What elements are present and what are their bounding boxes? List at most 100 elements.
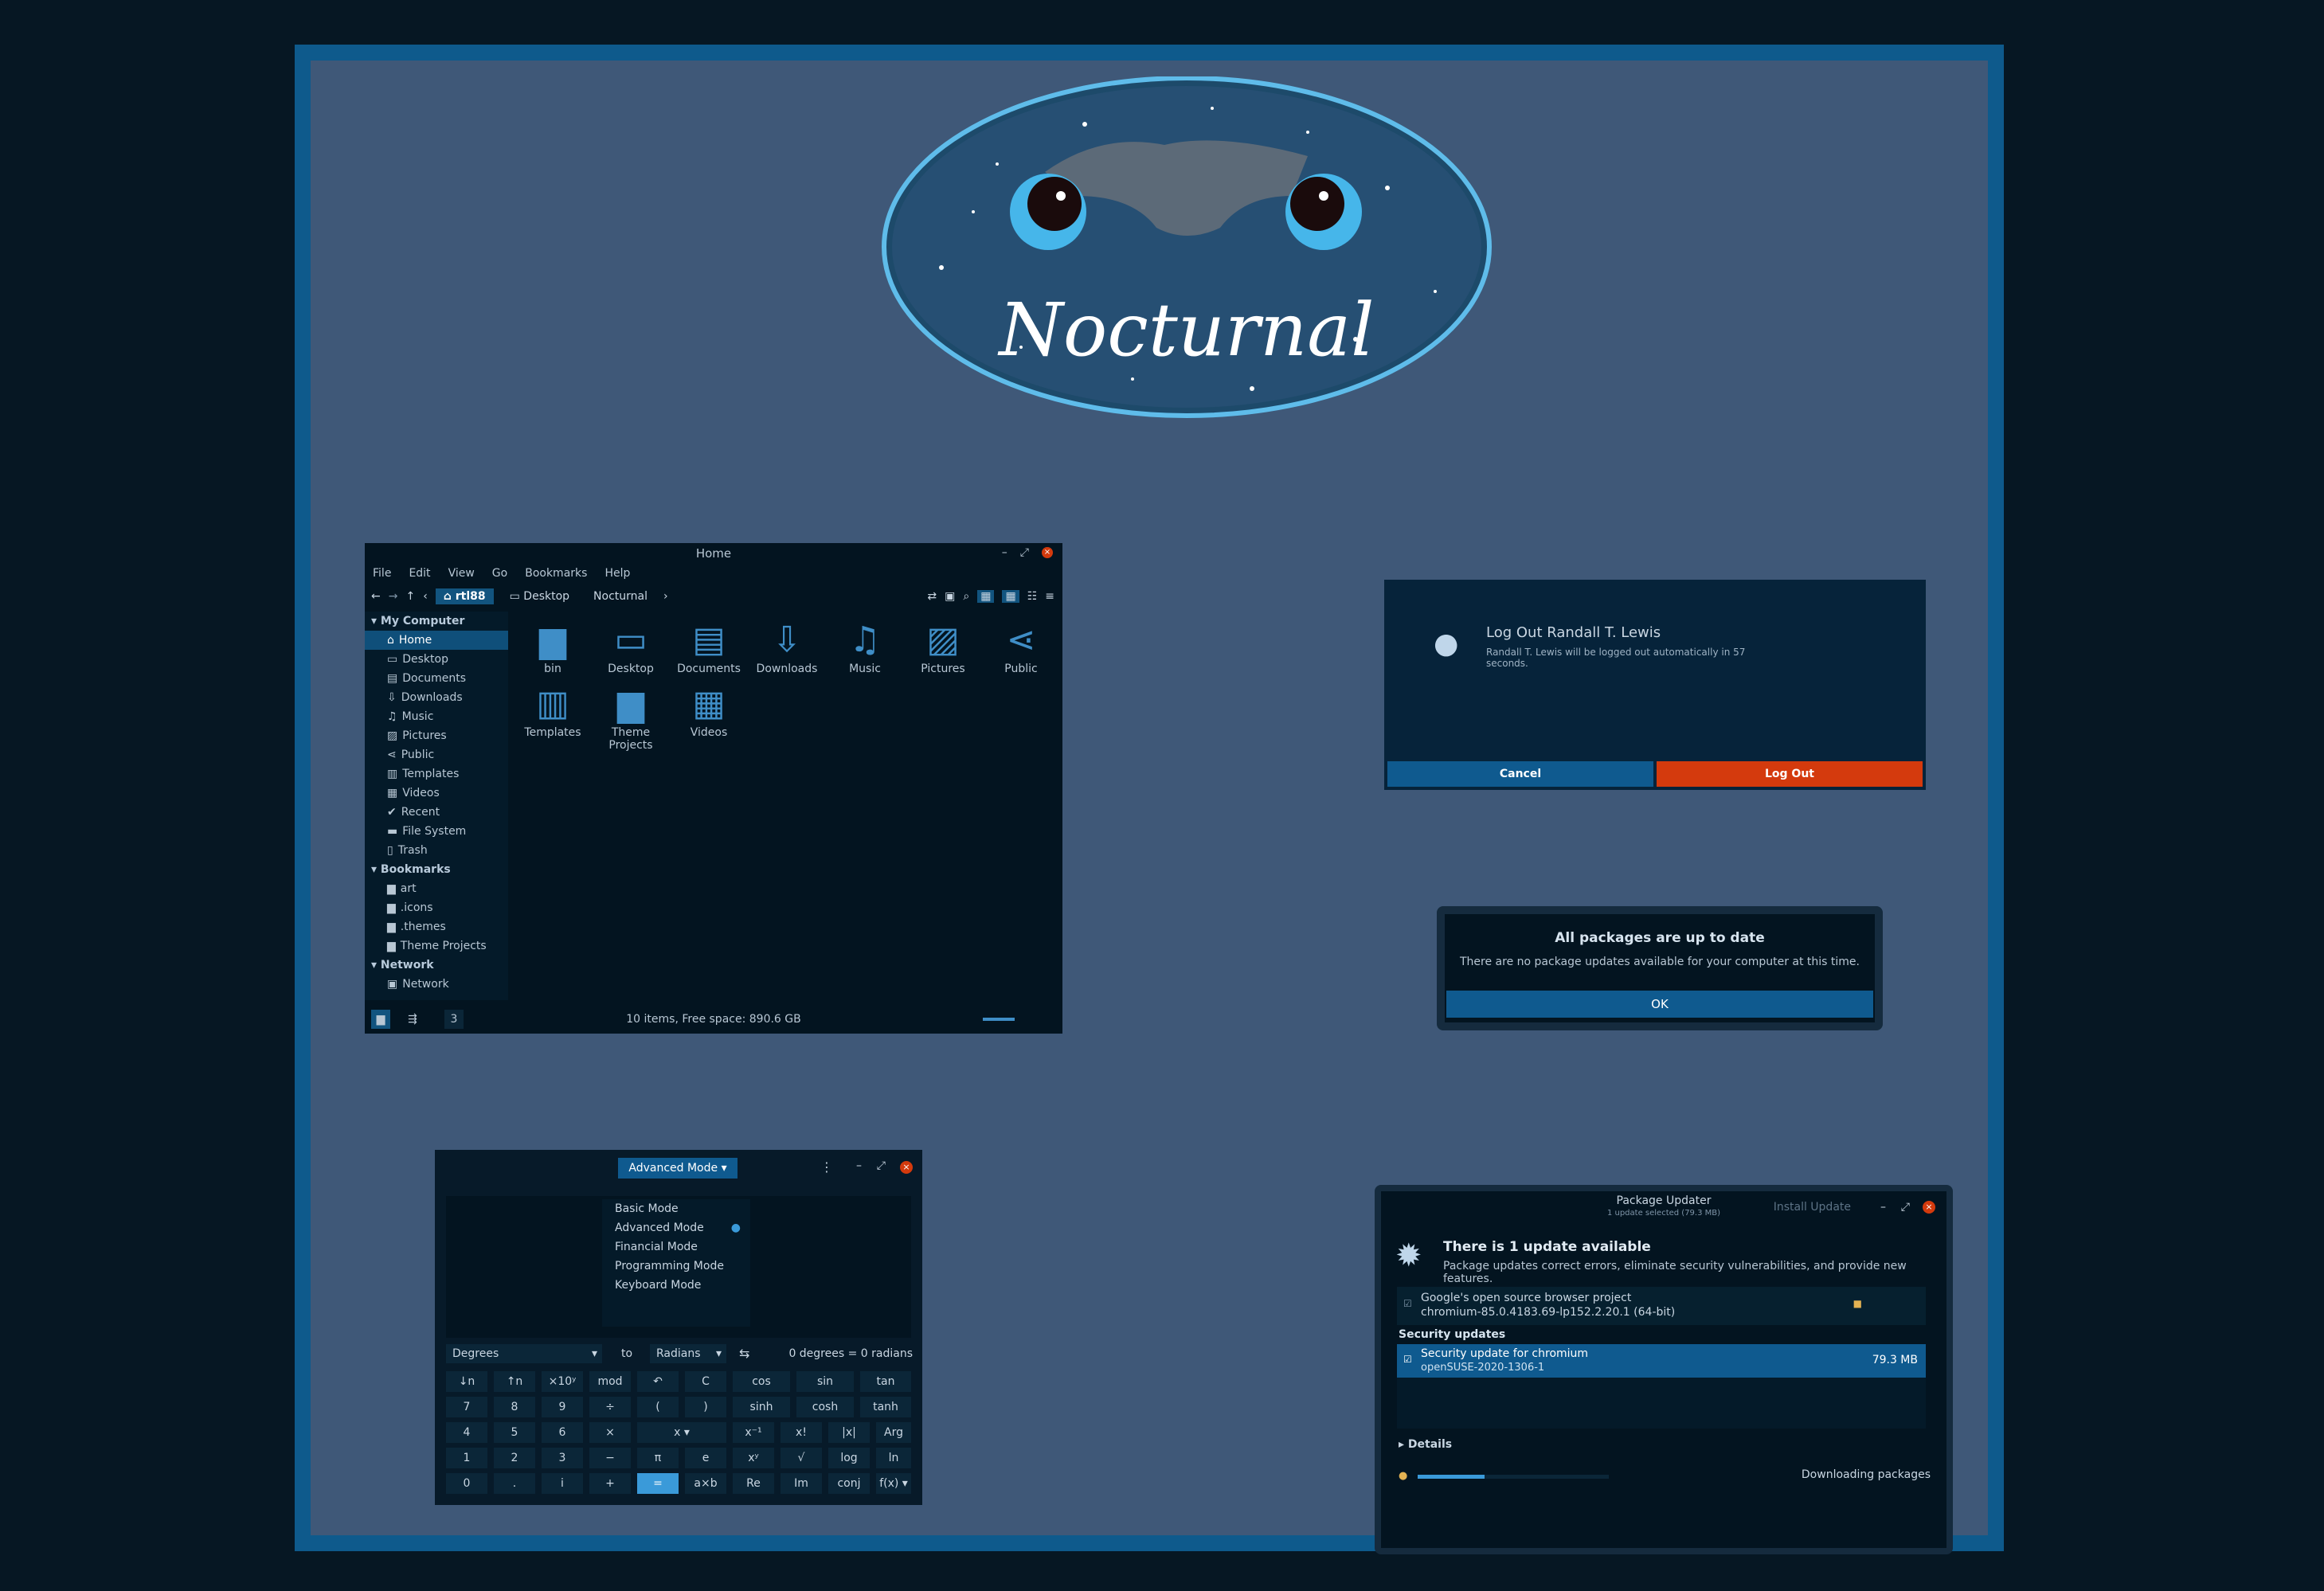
key-conj[interactable]: conj bbox=[828, 1473, 870, 1494]
menu-go[interactable]: Go bbox=[492, 567, 507, 580]
key-function[interactable]: f(x) ▾ bbox=[876, 1473, 911, 1494]
key-a-times-b[interactable]: a×b bbox=[685, 1473, 726, 1494]
close-icon[interactable]: × bbox=[900, 1161, 913, 1174]
back-icon[interactable]: ← bbox=[371, 590, 381, 603]
key-down-n[interactable]: ↓n bbox=[446, 1371, 487, 1392]
minimize-icon[interactable]: – bbox=[856, 1159, 862, 1172]
file-item-theme-projects[interactable]: ▆ Theme Projects bbox=[593, 682, 669, 752]
key-re[interactable]: Re bbox=[733, 1473, 774, 1494]
sidebar-section-network[interactable]: ▾ Network bbox=[365, 956, 508, 975]
security-update-row[interactable]: ☑ Security update for chromium openSUSE-… bbox=[1397, 1344, 1926, 1378]
key-e[interactable]: e bbox=[685, 1448, 726, 1468]
package-row[interactable]: ☑ Google's open source browser project c… bbox=[1397, 1287, 1926, 1325]
key-equals[interactable]: = bbox=[637, 1473, 679, 1494]
key-tanh[interactable]: tanh bbox=[860, 1397, 911, 1417]
logout-button[interactable]: Log Out bbox=[1657, 761, 1923, 787]
from-unit-select[interactable]: Degrees ▾ bbox=[446, 1344, 602, 1363]
minimize-icon[interactable]: – bbox=[1880, 1201, 1886, 1214]
menu-bookmarks[interactable]: Bookmarks bbox=[525, 567, 587, 580]
key-1[interactable]: 1 bbox=[446, 1448, 487, 1468]
maximize-icon[interactable]: ⤢ bbox=[1901, 1201, 1910, 1214]
icon-view-icon[interactable]: ▦ bbox=[977, 590, 995, 603]
sidebar-item-network[interactable]: ▣ Network bbox=[365, 975, 508, 994]
menu-file[interactable]: File bbox=[373, 567, 391, 580]
close-icon[interactable]: × bbox=[1923, 1201, 1935, 1214]
crumb-next-icon[interactable]: › bbox=[663, 590, 668, 603]
sidebar-item-recent[interactable]: ✔ Recent bbox=[365, 803, 508, 822]
key-ln[interactable]: ln bbox=[876, 1448, 911, 1468]
key-log[interactable]: log bbox=[828, 1448, 870, 1468]
key-power[interactable]: xʸ bbox=[733, 1448, 774, 1468]
breadcrumb-desktop[interactable]: ▭ Desktop bbox=[502, 588, 577, 604]
key-undo[interactable]: ↶ bbox=[637, 1371, 679, 1392]
sidebar-item-videos[interactable]: ▦ Videos bbox=[365, 784, 508, 803]
sidebar-item-documents[interactable]: ▤ Documents bbox=[365, 669, 508, 688]
update-checkbox[interactable]: ☑ bbox=[1403, 1354, 1412, 1365]
file-item-pictures[interactable]: ▨ Pictures bbox=[905, 618, 981, 675]
new-folder-icon[interactable]: ▣ bbox=[945, 590, 955, 603]
key-3[interactable]: 3 bbox=[542, 1448, 583, 1468]
sidebar-item-file-system[interactable]: ▬ File System bbox=[365, 822, 508, 841]
sidebar-item-trash[interactable]: ▯ Trash bbox=[365, 841, 508, 860]
key-up-n[interactable]: ↑n bbox=[494, 1371, 535, 1392]
sidebar-item-home[interactable]: ⌂ Home bbox=[365, 631, 508, 650]
key-sinh[interactable]: sinh bbox=[733, 1397, 790, 1417]
key-cos[interactable]: cos bbox=[733, 1371, 790, 1392]
key-decimal[interactable]: . bbox=[494, 1473, 535, 1494]
key-add[interactable]: + bbox=[589, 1473, 631, 1494]
menu-item-keyboard-mode[interactable]: Keyboard Mode bbox=[602, 1276, 750, 1295]
key-clear[interactable]: C bbox=[685, 1371, 726, 1392]
package-checkbox[interactable]: ☑ bbox=[1403, 1298, 1412, 1309]
cancel-button[interactable]: Cancel bbox=[1387, 761, 1653, 787]
key-factorial[interactable]: x! bbox=[781, 1422, 822, 1443]
sidebar-section-my-computer[interactable]: ▾ My Computer bbox=[365, 612, 508, 631]
key-5[interactable]: 5 bbox=[494, 1422, 535, 1443]
sidebar-item-desktop[interactable]: ▭ Desktop bbox=[365, 650, 508, 669]
install-update-button[interactable]: Install Update bbox=[1774, 1201, 1851, 1214]
key-4[interactable]: 4 bbox=[446, 1422, 487, 1443]
maximize-icon[interactable]: ⤢ bbox=[1020, 546, 1029, 559]
key-0[interactable]: 0 bbox=[446, 1473, 487, 1494]
key-im[interactable]: Im bbox=[781, 1473, 822, 1494]
file-item-desktop[interactable]: ▭ Desktop bbox=[593, 618, 669, 675]
file-item-music[interactable]: ♫ Music bbox=[827, 618, 903, 675]
key-2[interactable]: 2 bbox=[494, 1448, 535, 1468]
file-item-videos[interactable]: ▦ Videos bbox=[671, 682, 747, 739]
sidebar-item-downloads[interactable]: ⇩ Downloads bbox=[365, 688, 508, 707]
sidebar-item-icons[interactable]: ▆ .icons bbox=[365, 898, 508, 917]
menu-item-advanced-mode[interactable]: Advanced Mode ● bbox=[602, 1218, 750, 1237]
key-arg[interactable]: Arg bbox=[876, 1422, 911, 1443]
key-sqrt[interactable]: √ bbox=[781, 1448, 822, 1468]
key-8[interactable]: 8 bbox=[494, 1397, 535, 1417]
breadcrumb-nocturnal[interactable]: Nocturnal bbox=[585, 588, 655, 604]
key-pi[interactable]: π bbox=[637, 1448, 679, 1468]
sidebar-item-themes[interactable]: ▆ .themes bbox=[365, 917, 508, 936]
list-view-icon[interactable]: ☷ bbox=[1027, 590, 1038, 603]
sidebar-item-templates[interactable]: ▥ Templates bbox=[365, 764, 508, 784]
key-exp10[interactable]: ×10ʸ bbox=[542, 1371, 583, 1392]
key-imaginary[interactable]: i bbox=[542, 1473, 583, 1494]
key-open-paren[interactable]: ( bbox=[637, 1397, 679, 1417]
key-cosh[interactable]: cosh bbox=[796, 1397, 854, 1417]
ok-button[interactable]: OK bbox=[1446, 991, 1873, 1018]
sidebar-section-bookmarks[interactable]: ▾ Bookmarks bbox=[365, 860, 508, 879]
swap-units-icon[interactable]: ⇆ bbox=[739, 1344, 749, 1363]
menu-item-financial-mode[interactable]: Financial Mode bbox=[602, 1237, 750, 1257]
key-subscript-dropdown[interactable]: x ▾ bbox=[637, 1422, 726, 1443]
key-multiply[interactable]: × bbox=[589, 1422, 631, 1443]
menu-help[interactable]: Help bbox=[604, 567, 630, 580]
file-item-downloads[interactable]: ⇩ Downloads bbox=[749, 618, 825, 675]
sidebar-item-theme-projects[interactable]: ▆ Theme Projects bbox=[365, 936, 508, 956]
minimize-icon[interactable]: – bbox=[1002, 546, 1007, 559]
details-toggle[interactable]: ▸ Details bbox=[1399, 1438, 1452, 1451]
file-item-templates[interactable]: ▥ Templates bbox=[514, 682, 591, 739]
key-subtract[interactable]: − bbox=[589, 1448, 631, 1468]
key-sin[interactable]: sin bbox=[796, 1371, 854, 1392]
compact-view-icon[interactable]: ≡ bbox=[1045, 590, 1054, 603]
sidebar-item-art[interactable]: ▆ art bbox=[365, 879, 508, 898]
sidebar-item-music[interactable]: ♫ Music bbox=[365, 707, 508, 726]
file-item-bin[interactable]: ▆ bin bbox=[514, 618, 591, 675]
tree-toggle-icon[interactable]: ⇶ bbox=[403, 1010, 422, 1029]
to-unit-select[interactable]: Radians ▾ bbox=[650, 1344, 726, 1363]
breadcrumb-rtl88[interactable]: ⌂ rtl88 bbox=[435, 588, 494, 604]
